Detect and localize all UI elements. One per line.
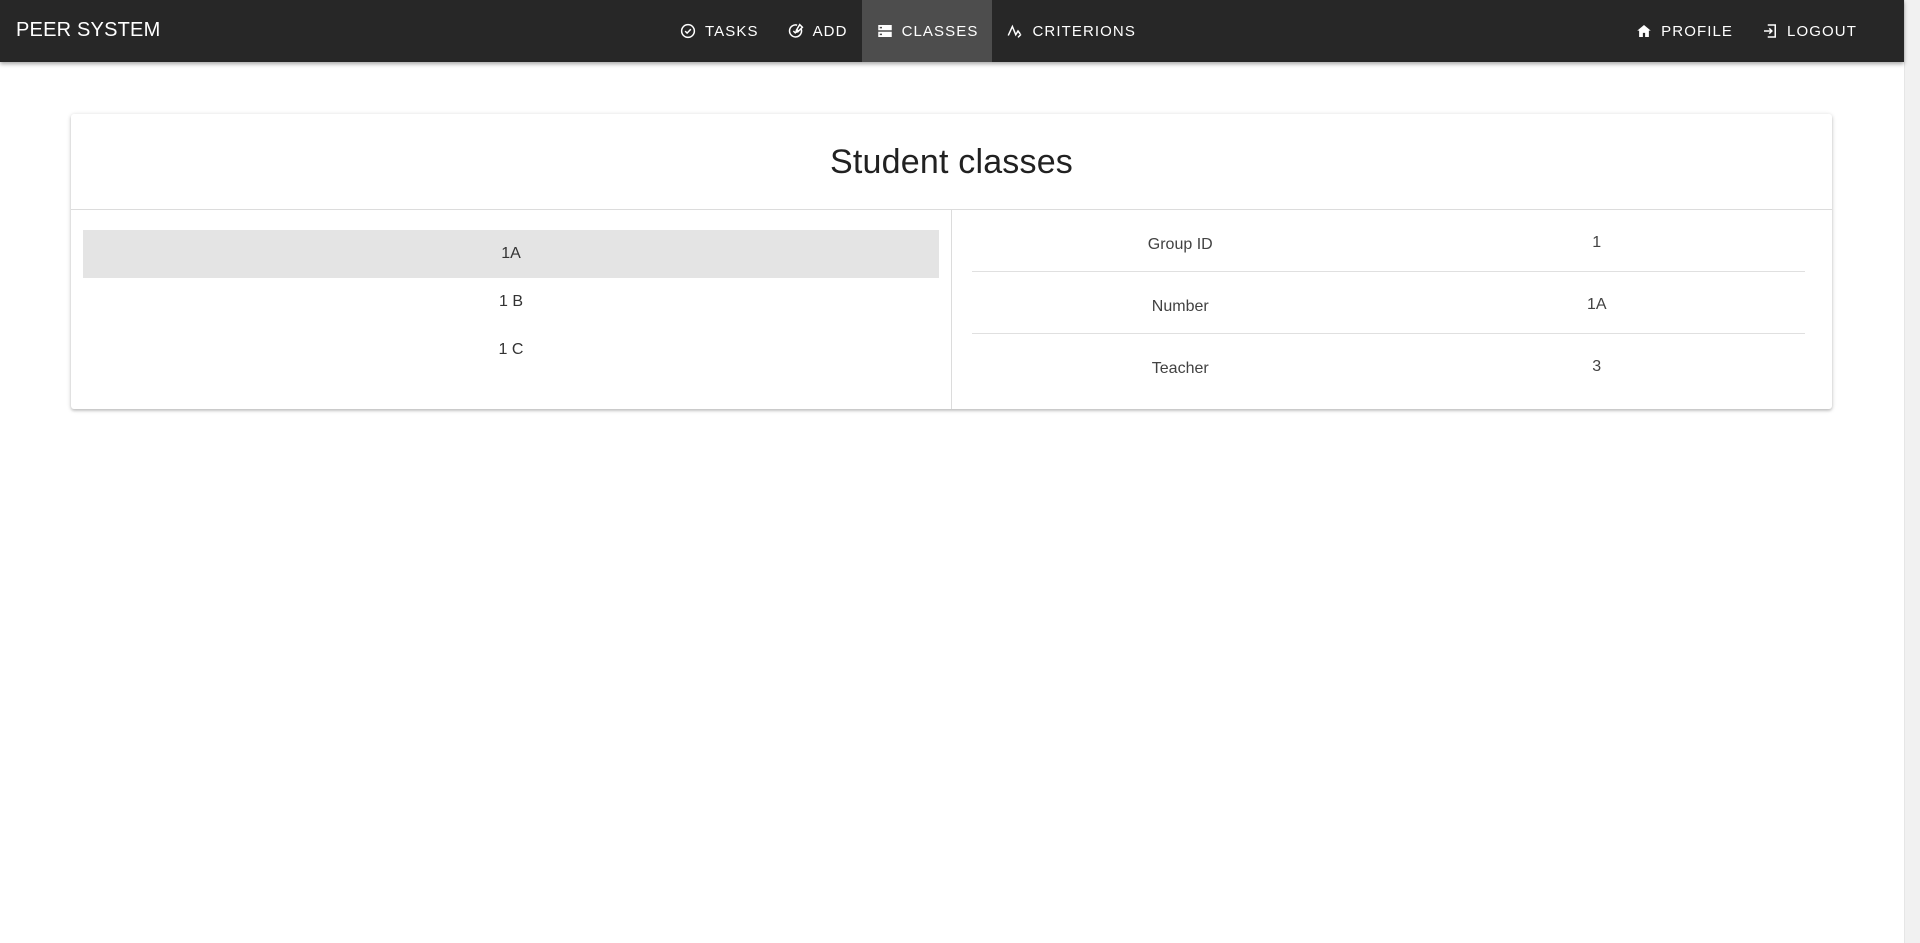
detail-value: 1 — [1592, 233, 1602, 251]
nav-tasks-label: TASKS — [705, 22, 759, 40]
check-circle-icon — [679, 22, 697, 40]
nav-logout-label: LOGOUT — [1787, 22, 1857, 40]
detail-value: 3 — [1592, 357, 1602, 375]
detail-row-teacher: Teacher 3 — [972, 334, 1805, 395]
nav-add-label: ADD — [812, 22, 848, 40]
vertical-scrollbar[interactable] — [1904, 0, 1920, 943]
app-title[interactable]: PEER SYSTEM — [16, 0, 160, 62]
detail-value: 1A — [1586, 295, 1607, 313]
nav-profile-button[interactable]: PROFILE — [1621, 0, 1747, 62]
detail-label: Number — [1151, 297, 1209, 315]
nav-profile-label: PROFILE — [1661, 22, 1734, 40]
class-list: 1A 1 B 1 C — [71, 210, 952, 409]
nav-criterions-label: CRITERIONS — [1032, 22, 1136, 40]
detail-label: Teacher — [1151, 359, 1209, 377]
page-title: Student classes — [829, 143, 1074, 181]
list-item[interactable]: 1 B — [83, 278, 939, 326]
chart-line-icon — [1006, 22, 1024, 40]
student-classes-card: Student classes 1A 1 B 1 C Group ID 1 Nu… — [71, 114, 1832, 409]
account-nav: PROFILE LOGOUT — [1621, 0, 1871, 62]
main-nav: TASKS ADD CLASSES CRITERIONS — [665, 0, 1150, 62]
add-edit-icon — [787, 22, 805, 40]
card-body: 1A 1 B 1 C Group ID 1 Number 1A Teacher … — [71, 210, 1832, 409]
list-item[interactable]: 1 C — [83, 326, 939, 374]
nav-tasks-button[interactable]: TASKS — [665, 0, 773, 62]
logout-icon — [1761, 22, 1779, 40]
class-details: Group ID 1 Number 1A Teacher 3 — [952, 210, 1832, 409]
home-icon — [1635, 22, 1653, 40]
nav-classes-label: CLASSES — [901, 22, 979, 40]
detail-label: Group ID — [1147, 235, 1213, 253]
nav-criterions-button[interactable]: CRITERIONS — [992, 0, 1150, 62]
nav-add-button[interactable]: ADD — [773, 0, 862, 62]
list-item[interactable]: 1A — [83, 230, 939, 278]
page: PEER SYSTEM TASKS ADD CLASSES CRITERIONS… — [0, 0, 1920, 943]
detail-row-group-id: Group ID 1 — [972, 210, 1805, 272]
detail-row-number: Number 1A — [972, 272, 1805, 334]
card-header: Student classes — [71, 114, 1832, 210]
nav-logout-button[interactable]: LOGOUT — [1747, 0, 1871, 62]
storage-icon — [876, 22, 894, 40]
top-app-bar: PEER SYSTEM TASKS ADD CLASSES CRITERIONS… — [0, 0, 1904, 62]
nav-classes-button[interactable]: CLASSES — [861, 0, 993, 62]
